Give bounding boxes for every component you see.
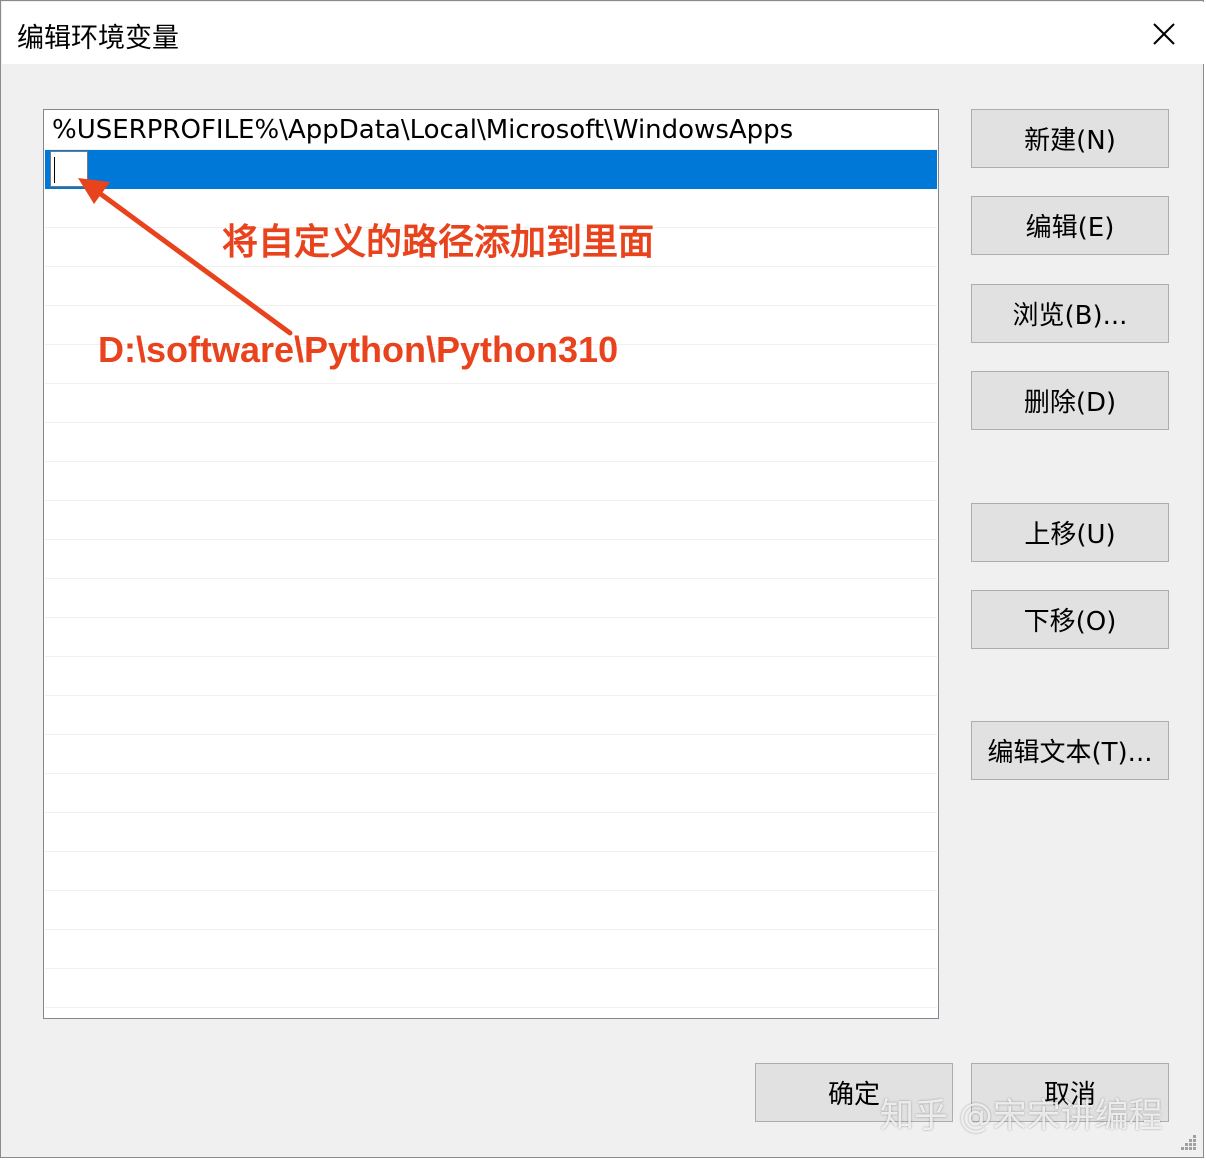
list-item[interactable] <box>45 969 937 1008</box>
browse-button[interactable]: 浏览(B)... <box>971 284 1169 343</box>
new-button[interactable]: 新建(N) <box>971 109 1169 168</box>
list-item[interactable] <box>45 267 937 306</box>
close-button[interactable] <box>1140 10 1188 58</box>
list-item[interactable] <box>45 501 937 540</box>
text-caret <box>54 157 55 183</box>
resize-grip-icon[interactable] <box>1179 1133 1197 1151</box>
list-item[interactable] <box>45 852 937 891</box>
move-up-button[interactable]: 上移(U) <box>971 503 1169 562</box>
annotation-instruction: 将自定义的路径添加到里面 <box>222 221 655 262</box>
list-item[interactable] <box>45 891 937 930</box>
delete-button[interactable]: 删除(D) <box>971 371 1169 430</box>
path-edit-input[interactable] <box>50 151 88 187</box>
edit-text-button[interactable]: 编辑文本(T)... <box>971 721 1169 780</box>
list-item[interactable] <box>45 735 937 774</box>
edit-env-var-dialog: 编辑环境变量 %USERPROFILE%\AppData\Local\Micro… <box>0 0 1204 1158</box>
move-down-button[interactable]: 下移(O) <box>971 590 1169 649</box>
list-item-selected[interactable] <box>45 150 937 189</box>
dialog-title: 编辑环境变量 <box>17 23 179 54</box>
list-item[interactable] <box>45 657 937 696</box>
list-item[interactable] <box>45 384 937 423</box>
list-item[interactable]: %USERPROFILE%\AppData\Local\Microsoft\Wi… <box>45 111 937 150</box>
close-icon <box>1153 23 1175 45</box>
edit-button[interactable]: 编辑(E) <box>971 196 1169 255</box>
list-item[interactable] <box>45 618 937 657</box>
list-item[interactable] <box>45 423 937 462</box>
list-item[interactable] <box>45 930 937 969</box>
list-item[interactable] <box>45 696 937 735</box>
list-item[interactable] <box>45 540 937 579</box>
annotation-path: D:\software\Python\Python310 <box>98 329 619 370</box>
list-item[interactable] <box>45 813 937 852</box>
list-item-text: %USERPROFILE%\AppData\Local\Microsoft\Wi… <box>52 115 794 145</box>
list-item[interactable] <box>45 774 937 813</box>
watermark: 知乎 @宋宋讲编程 <box>880 1096 1163 1136</box>
title-bar: 编辑环境变量 <box>2 2 1204 64</box>
list-item[interactable] <box>45 462 937 501</box>
list-item[interactable] <box>45 579 937 618</box>
